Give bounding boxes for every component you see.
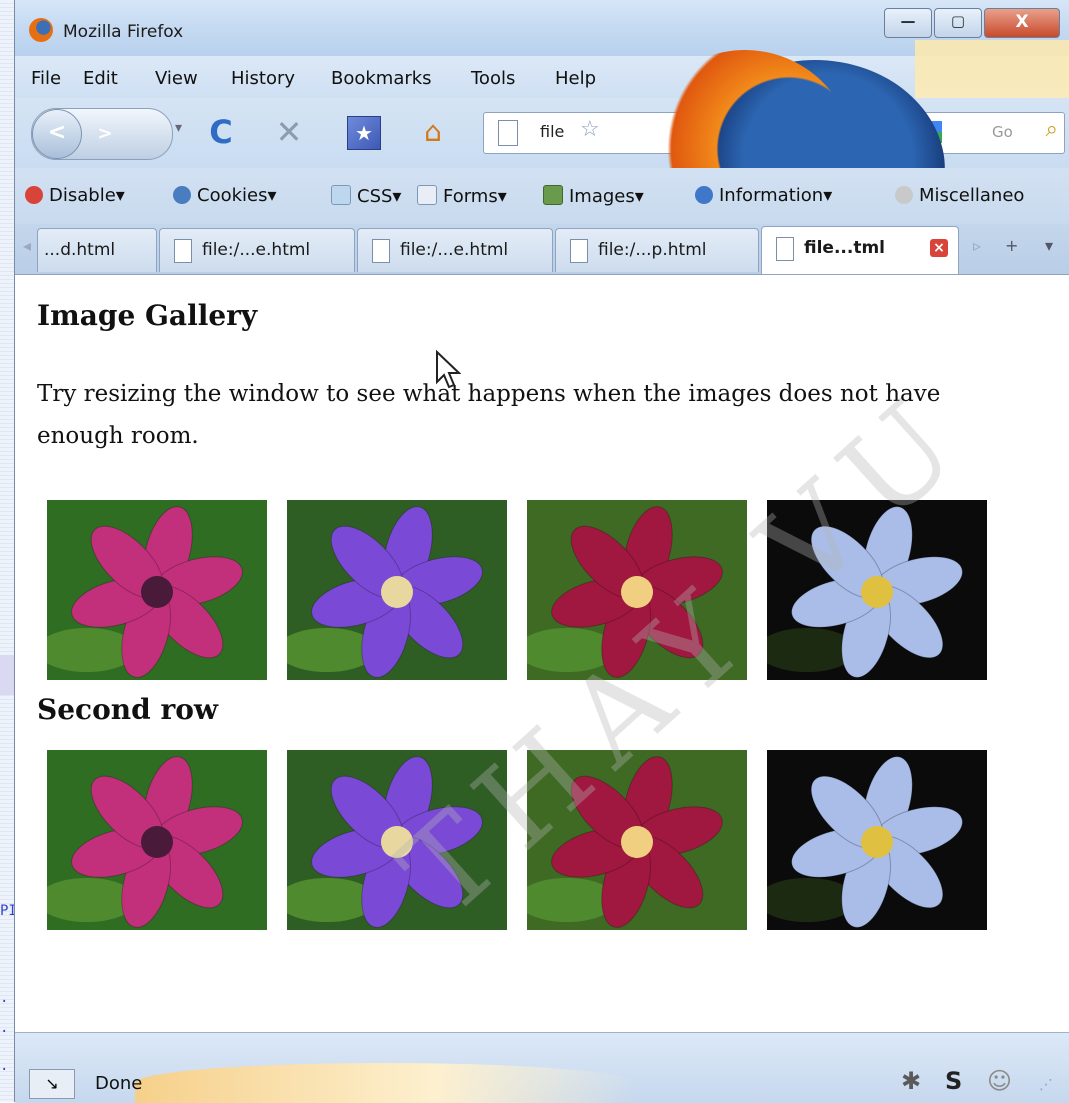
pink-clematis-image <box>47 750 267 930</box>
status-indicator-icon[interactable]: ↘ <box>29 1069 75 1099</box>
toolbar-images[interactable]: Images▾ <box>543 185 644 207</box>
menu-view[interactable]: View <box>155 68 198 89</box>
images-icon <box>543 185 563 205</box>
miscellaneous-icon <box>895 186 913 204</box>
page-heading: Image Gallery <box>37 299 258 332</box>
blue-clematis-image <box>767 750 987 930</box>
url-text: file <box>540 122 565 141</box>
resize-grip-icon[interactable]: ⋰ <box>1039 1077 1053 1093</box>
menu-bookmarks[interactable]: Bookmarks <box>331 68 432 89</box>
new-tab-icon[interactable]: + <box>1005 236 1018 255</box>
toolbar-forms[interactable]: Forms▾ <box>417 185 507 207</box>
toolbar-cookies[interactable]: Cookies▾ <box>173 185 277 206</box>
toolbar-css[interactable]: CSS▾ <box>331 185 401 207</box>
tab-bar: ◂ ...d.html file:/...e.html file:/...e.h… <box>15 224 1069 275</box>
second-row-heading: Second row <box>37 693 218 726</box>
menu-tools[interactable]: Tools <box>471 68 515 89</box>
css-icon <box>331 185 351 205</box>
document-icon <box>776 237 794 261</box>
tab-4[interactable]: file:/...p.html <box>555 228 759 272</box>
toolbar-information[interactable]: Information▾ <box>695 185 832 206</box>
home-icon[interactable]: ⌂ <box>411 110 455 154</box>
mouse-cursor-icon <box>436 350 461 389</box>
toolbar-disable[interactable]: Disable▾ <box>25 185 125 206</box>
maximize-button[interactable]: ▢ <box>934 8 982 38</box>
bookmark-star-icon[interactable]: ★ <box>341 110 385 154</box>
stop-icon[interactable]: ✕ <box>267 110 311 154</box>
firefox-logo-icon <box>29 18 53 42</box>
back-forward-group: < > <box>31 108 173 160</box>
page-icon <box>498 120 518 146</box>
back-button[interactable]: < <box>32 109 82 159</box>
gear-icon[interactable]: ⚙ <box>847 110 891 154</box>
document-icon <box>372 239 390 263</box>
firefox-window: Mozilla Firefox — ▢ X File Edit View His… <box>14 0 1069 1103</box>
document-icon <box>174 239 192 263</box>
tab-2[interactable]: file:/...e.html <box>159 228 355 272</box>
url-bar[interactable]: file ☆ <box>483 112 685 154</box>
tab-3[interactable]: file:/...e.html <box>357 228 553 272</box>
menu-bar: File Edit View History Bookmarks Tools H… <box>15 56 1069 98</box>
download-icon[interactable]: ⬇ <box>691 110 735 154</box>
tab-1[interactable]: ...d.html <box>37 228 157 272</box>
history-dropdown-icon[interactable]: ▾ <box>175 120 182 136</box>
window-title: Mozilla Firefox <box>63 22 184 42</box>
tab-list-icon[interactable]: ▾ <box>1045 236 1053 255</box>
pink-clematis-image <box>47 500 267 680</box>
web-developer-toolbar: Disable▾ Cookies▾ CSS▾ Forms▾ Images▾ In… <box>15 168 1069 224</box>
menu-help[interactable]: Help <box>555 68 596 89</box>
reload-icon[interactable]: C <box>199 110 243 154</box>
search-icon[interactable]: ⌕ <box>1046 117 1058 142</box>
title-bar[interactable]: Mozilla Firefox — ▢ X <box>15 0 1069 56</box>
tab-scroll-left-icon[interactable]: ◂ <box>23 236 31 255</box>
navigation-toolbar: < > ▾ C ✕ ★ ⌂ file ☆ ⬇ ⚙ Go ⌕ <box>15 98 1069 168</box>
desktop-background <box>0 0 14 1102</box>
forward-button[interactable]: > <box>90 119 120 149</box>
google-icon[interactable] <box>920 121 942 143</box>
tab-close-icon[interactable]: × <box>930 239 948 257</box>
s-icon[interactable]: S <box>945 1067 962 1095</box>
minimize-button[interactable]: — <box>884 8 932 38</box>
cookies-icon <box>173 186 191 204</box>
search-box[interactable]: Go ⌕ <box>913 112 1065 154</box>
menu-file[interactable]: File <box>31 68 61 89</box>
tab-scroll-right-icon[interactable]: ▹ <box>973 236 981 255</box>
smiley-icon[interactable]: ☺ <box>987 1067 1012 1095</box>
status-bar: ↘ Done ✱ S ☺ ⋰ <box>15 1032 1069 1103</box>
tab-5-active[interactable]: file...tml × <box>761 226 959 274</box>
search-placeholder: Go <box>992 123 1013 141</box>
menu-history[interactable]: History <box>231 68 295 89</box>
close-button[interactable]: X <box>984 8 1060 38</box>
star-icon[interactable]: ☆ <box>580 117 600 142</box>
purple-clematis-image <box>287 500 507 680</box>
menu-edit[interactable]: Edit <box>83 68 118 89</box>
information-icon <box>695 186 713 204</box>
status-text: Done <box>95 1073 143 1094</box>
document-icon <box>570 239 588 263</box>
forms-icon <box>417 185 437 205</box>
toolbar-miscellaneous[interactable]: Miscellaneo <box>895 185 1024 206</box>
disable-icon <box>25 186 43 204</box>
bug-icon[interactable]: ✱ <box>901 1067 921 1095</box>
